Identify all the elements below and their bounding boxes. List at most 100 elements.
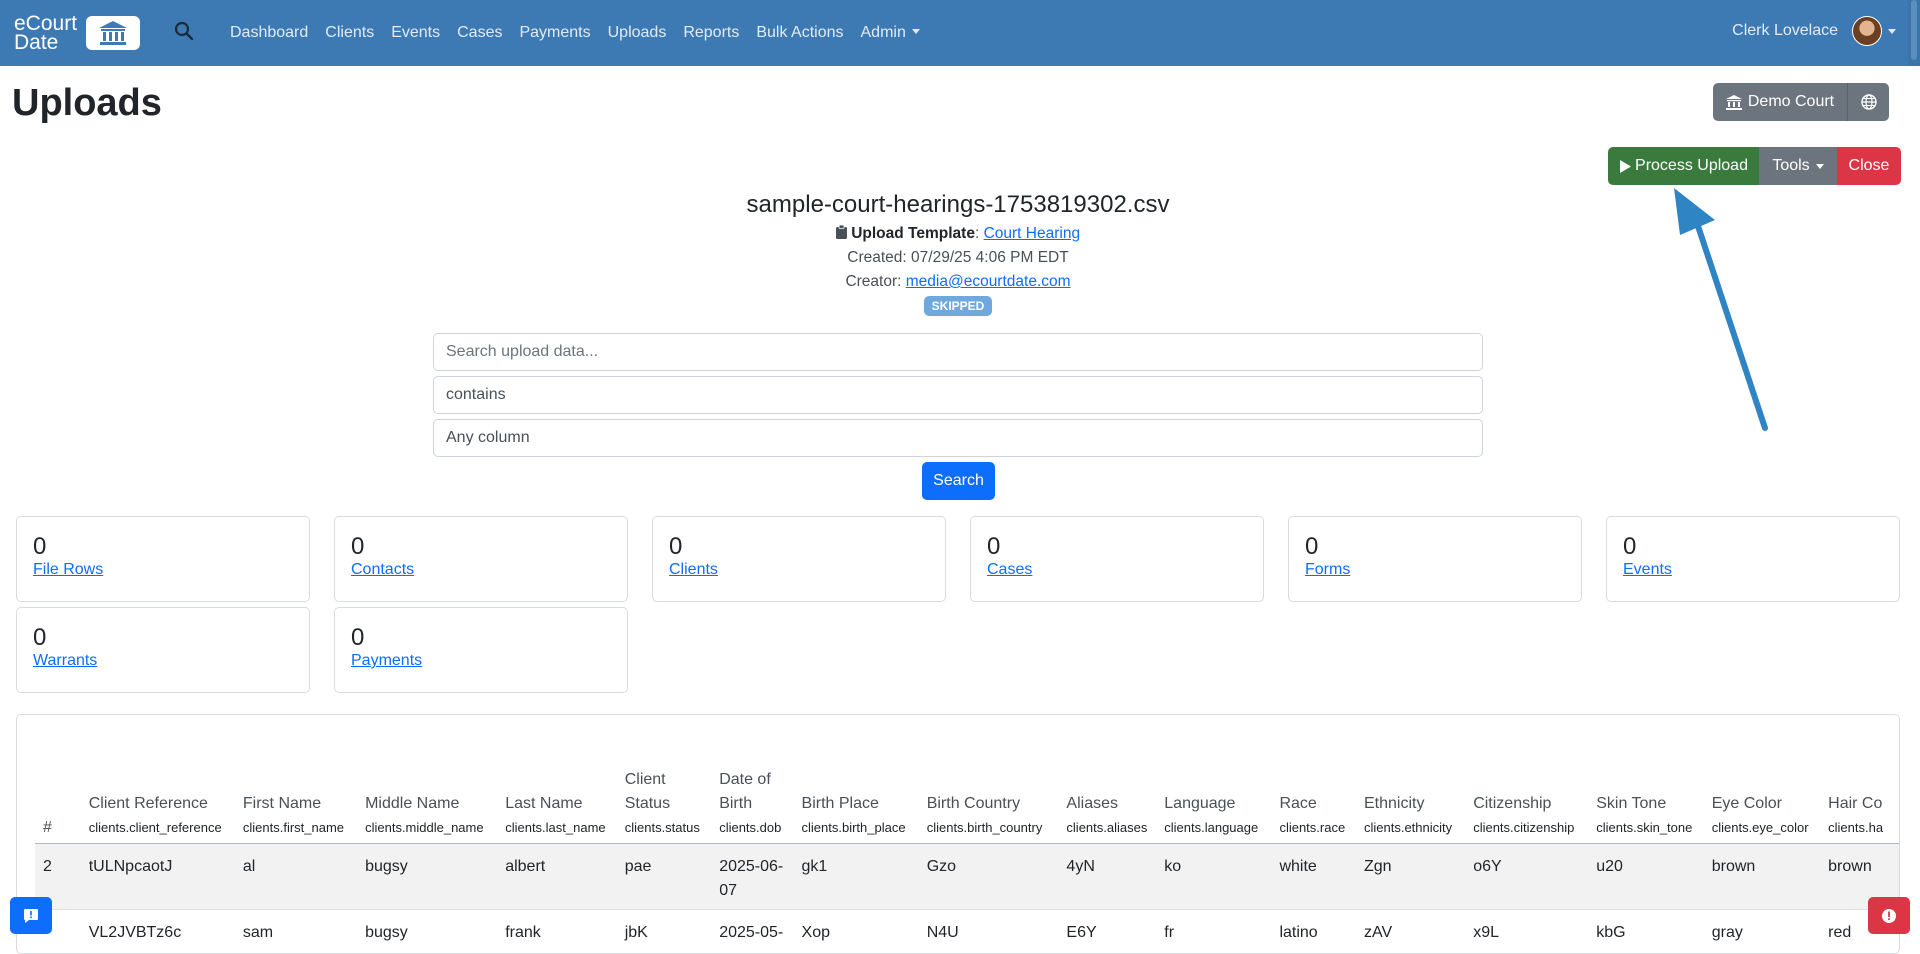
process-upload-button[interactable]: Process Upload bbox=[1608, 147, 1759, 185]
column-label: Birth Place bbox=[801, 794, 879, 812]
feedback-button[interactable] bbox=[10, 897, 52, 934]
table-cell: al bbox=[234, 843, 358, 910]
column-header[interactable]: Race clients.race bbox=[1271, 762, 1356, 844]
stat-link-file-rows[interactable]: File Rows bbox=[33, 561, 103, 579]
nav-events[interactable]: Events bbox=[391, 24, 440, 42]
chevron-down-icon bbox=[911, 29, 920, 34]
nav-admin-label: Admin bbox=[860, 24, 906, 41]
table-cell: pae bbox=[616, 843, 712, 910]
column-header[interactable]: Client Reference clients.client_reference bbox=[80, 762, 235, 844]
stat-link-forms[interactable]: Forms bbox=[1305, 561, 1350, 579]
column-label: Last Name bbox=[505, 794, 583, 812]
upload-data-table: # Client Reference clients.client_referen… bbox=[35, 762, 1899, 953]
table-row[interactable]: 2 tULNpcaotJ al bugsy albert pae 2025-06… bbox=[35, 843, 1899, 910]
column-key: clients.eye_color bbox=[1711, 819, 1809, 835]
stat-card-events: 0 Events bbox=[1606, 516, 1900, 602]
nav-bulk-actions[interactable]: Bulk Actions bbox=[756, 24, 843, 42]
column-label: First Name bbox=[242, 794, 322, 812]
stat-link-clients[interactable]: Clients bbox=[669, 561, 718, 579]
table-cell: bugsy bbox=[357, 843, 498, 910]
column-header[interactable]: Hair Co clients.ha bbox=[1820, 762, 1899, 844]
search-icon[interactable] bbox=[174, 21, 196, 43]
table-cell: x9L bbox=[1473, 923, 1499, 941]
column-header[interactable]: Skin Tone clients.skin_tone bbox=[1588, 762, 1704, 844]
tools-dropdown-button[interactable]: Tools bbox=[1759, 147, 1837, 185]
nav-admin-dropdown[interactable]: Admin bbox=[861, 24, 920, 42]
column-header[interactable]: Middle Name clients.middle_name bbox=[357, 762, 498, 844]
nav-cases[interactable]: Cases bbox=[457, 24, 502, 42]
column-label: Date of Birth bbox=[719, 770, 771, 812]
user-menu[interactable]: Clerk Lovelace bbox=[1732, 16, 1896, 46]
table-cell: tULNpcaotJ bbox=[80, 843, 235, 910]
main-nav: Dashboard Clients Events Cases Payments … bbox=[230, 0, 937, 66]
table-row[interactable]: VL2JVBTz6c sam bugsy frank jbK 2025-05- … bbox=[35, 909, 1899, 953]
column-header[interactable]: Aliases clients.aliases bbox=[1058, 762, 1157, 844]
nav-clients[interactable]: Clients bbox=[325, 24, 374, 42]
scrollbar-thumb[interactable] bbox=[1911, 0, 1917, 60]
close-button[interactable]: Close bbox=[1837, 147, 1901, 185]
stat-link-events[interactable]: Events bbox=[1623, 561, 1672, 579]
column-select[interactable]: Any column bbox=[433, 419, 1483, 457]
column-header[interactable]: Language clients.language bbox=[1156, 762, 1272, 844]
stat-value: 0 bbox=[33, 624, 47, 651]
stat-link-contacts[interactable]: Contacts bbox=[351, 561, 414, 579]
column-header[interactable]: Ethnicity clients.ethnicity bbox=[1355, 762, 1466, 844]
file-name: sample-court-hearings-1753819302.csv bbox=[746, 191, 1170, 218]
creator-label: Creator: bbox=[845, 273, 906, 290]
demo-court-button[interactable]: Demo Court bbox=[1713, 83, 1847, 121]
globe-button[interactable] bbox=[1847, 83, 1889, 121]
column-label: Aliases bbox=[1066, 794, 1118, 812]
column-label: Ethnicity bbox=[1363, 794, 1425, 812]
process-upload-label: Process Upload bbox=[1635, 157, 1748, 174]
table-cell: gk1 bbox=[793, 843, 919, 910]
stat-value: 0 bbox=[1623, 533, 1637, 560]
table-cell: zAV bbox=[1363, 923, 1393, 941]
table-cell: N4U bbox=[926, 923, 959, 941]
operator-value: contains bbox=[446, 386, 506, 403]
column-header[interactable]: Client Status clients.status bbox=[616, 762, 712, 844]
search-button[interactable]: Search bbox=[922, 462, 995, 500]
column-header[interactable]: Eye Color clients.eye_color bbox=[1703, 762, 1821, 844]
column-header[interactable]: Last Name clients.last_name bbox=[497, 762, 617, 844]
stat-card-payments: 0 Payments bbox=[334, 607, 628, 693]
stat-link-payments[interactable]: Payments bbox=[351, 652, 422, 670]
stat-value: 0 bbox=[1305, 533, 1319, 560]
column-label: Skin Tone bbox=[1596, 794, 1667, 812]
nav-payments[interactable]: Payments bbox=[519, 24, 590, 42]
nav-dashboard[interactable]: Dashboard bbox=[230, 24, 308, 42]
stat-value: 0 bbox=[669, 533, 683, 560]
column-header[interactable]: Birth Place clients.birth_place bbox=[793, 762, 919, 844]
stat-value: 0 bbox=[987, 533, 1001, 560]
created-line: Created: 07/29/25 4:06 PM EDT bbox=[847, 249, 1069, 266]
search-input[interactable] bbox=[433, 333, 1483, 371]
table-cell: 2025-05- bbox=[719, 923, 784, 941]
column-label: Client Status bbox=[624, 770, 671, 812]
table-cell: sam bbox=[242, 923, 274, 941]
column-key: clients.client_reference bbox=[88, 819, 222, 835]
column-key: clients.first_name bbox=[242, 819, 345, 835]
stat-value: 0 bbox=[351, 533, 365, 560]
brand-logo[interactable]: eCourt Date bbox=[14, 13, 140, 53]
upload-template-line: Upload Template: Court Hearing bbox=[0, 222, 1916, 246]
scrollbar[interactable] bbox=[1908, 0, 1920, 66]
column-header[interactable]: Date of Birth clients.dob bbox=[711, 762, 794, 844]
alert-button[interactable] bbox=[1868, 897, 1910, 934]
nav-uploads[interactable]: Uploads bbox=[608, 24, 667, 42]
column-key: clients.status bbox=[624, 819, 700, 835]
operator-select[interactable]: contains bbox=[433, 376, 1483, 414]
column-label: Language bbox=[1164, 794, 1236, 812]
column-header[interactable]: First Name clients.first_name bbox=[234, 762, 358, 844]
creator-email-link[interactable]: media@ecourtdate.com bbox=[906, 273, 1071, 290]
chevron-down-icon bbox=[1815, 163, 1824, 169]
column-header[interactable]: Citizenship clients.citizenship bbox=[1465, 762, 1589, 844]
column-header[interactable]: Birth Country clients.birth_country bbox=[918, 762, 1059, 844]
stat-link-warrants[interactable]: Warrants bbox=[33, 652, 97, 670]
template-label: Upload Template bbox=[851, 225, 975, 242]
nav-reports[interactable]: Reports bbox=[683, 24, 739, 42]
column-value: Any column bbox=[446, 429, 530, 446]
template-link[interactable]: Court Hearing bbox=[984, 225, 1081, 242]
table-cell: bugsy bbox=[365, 923, 408, 941]
column-header[interactable]: # bbox=[35, 762, 81, 844]
stat-link-cases[interactable]: Cases bbox=[987, 561, 1032, 579]
stat-card-clients: 0 Clients bbox=[652, 516, 946, 602]
